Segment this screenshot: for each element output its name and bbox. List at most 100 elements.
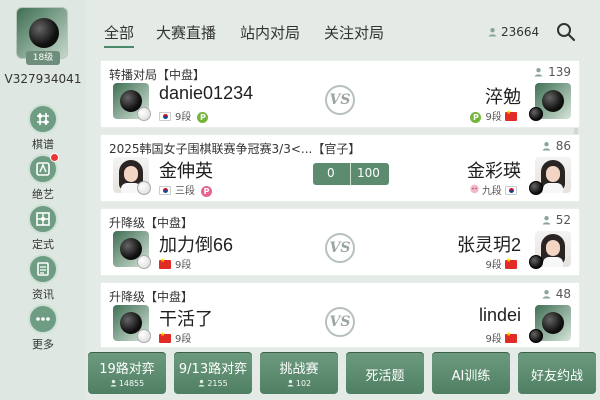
viewer-count: 139: [534, 65, 571, 79]
tab-bar: 全部 大赛直播 站内对局 关注对局 23664: [96, 8, 588, 52]
player-meta-right: 9段: [485, 256, 521, 271]
button-19x19-play[interactable]: 19路对弈 14855: [88, 352, 166, 394]
china-flag-icon: [159, 331, 171, 343]
button-label: 9/13路对弈: [178, 362, 248, 377]
viewer-count-value: 48: [555, 287, 571, 301]
player-name-right: 淬勉: [485, 87, 521, 107]
sidebar-item-more[interactable]: 更多: [20, 304, 66, 352]
player-meta-right: 9段: [485, 330, 521, 345]
white-stone-icon: [137, 329, 151, 343]
tab-all[interactable]: 全部: [104, 22, 135, 48]
button-ai-training[interactable]: AI训练: [432, 352, 510, 394]
score-right: 100: [357, 166, 380, 180]
score-divider: [350, 163, 351, 185]
rank-icon: [470, 184, 479, 194]
viewer-count-value: 52: [555, 213, 571, 227]
player-name-right: lindei: [478, 305, 521, 325]
tab-live[interactable]: 大赛直播: [156, 22, 216, 43]
player-meta-right: 九段: [469, 182, 521, 197]
player-rank: 9段: [175, 334, 192, 345]
player-name-right: 张灵玥2: [456, 235, 521, 255]
news-icon: [28, 254, 58, 284]
button-9-13-play[interactable]: 9/13路对弈 2155: [174, 352, 252, 394]
viewer-count: 86: [542, 139, 571, 153]
china-flag-icon: [505, 331, 517, 343]
korea-flag-icon: [159, 112, 171, 121]
button-life-death[interactable]: 死活题: [346, 352, 424, 394]
p-badge-icon: P: [197, 112, 209, 123]
player-rank: 9段: [485, 260, 502, 271]
player-rank: 9段: [485, 334, 502, 345]
player-name-left: danie01234: [159, 83, 254, 103]
tab-followed[interactable]: 关注对局: [324, 22, 384, 43]
person-icon: [110, 379, 117, 387]
main-panel: 全部 大赛直播 站内对局 关注对局 23664 转播对局【中盘】 139 dan…: [96, 8, 588, 348]
vs-icon: VS: [325, 85, 355, 115]
white-stone-icon: [137, 255, 151, 269]
person-icon: [198, 379, 205, 387]
button-label: 19路对弈: [99, 362, 155, 377]
game-card[interactable]: 2025韩国女子围棋联赛争冠赛3/3<...【官子】 86 金伸英 三段 P 0 …: [100, 134, 580, 202]
white-stone-icon: [137, 107, 151, 121]
player-name-left: 干活了: [159, 309, 213, 329]
person-icon: [534, 68, 543, 77]
black-stone-icon: [29, 18, 59, 48]
game-card[interactable]: 转播对局【中盘】 139 danie01234 9段 P VS 淬勉 P 9段: [100, 60, 580, 128]
button-label: 死活题: [365, 369, 405, 384]
button-label: 好友约战: [530, 369, 583, 384]
china-flag-icon: [505, 109, 517, 121]
button-friend-match[interactable]: 好友约战: [518, 352, 596, 394]
black-stone-icon: [529, 255, 543, 269]
korea-flag-icon: [505, 186, 517, 195]
viewer-count-value: 86: [555, 139, 571, 153]
pattern-icon: [28, 204, 58, 234]
player-meta-left: 9段 P: [159, 108, 209, 123]
sidebar-item-kifu[interactable]: 棋谱: [20, 104, 66, 152]
vs-icon: VS: [325, 307, 355, 337]
button-label: 挑战赛: [279, 362, 319, 377]
score-bar: 0 100: [313, 163, 389, 185]
game-card[interactable]: 升降级【中盘】 52 加力倒66 9段 VS 张灵玥2 9段: [100, 208, 580, 276]
online-count: 23664: [488, 25, 539, 39]
game-title: 转播对局【中盘】: [109, 68, 206, 82]
white-stone-icon: [137, 181, 151, 195]
china-flag-icon: [159, 257, 171, 269]
black-stone-icon: [529, 329, 543, 343]
player-meta-right: P 9段: [470, 108, 521, 123]
user-level-badge: 18级: [26, 51, 60, 65]
player-name-right: 金彩瑛: [467, 161, 521, 181]
sidebar-item-label: 定式: [32, 238, 54, 251]
sidebar-item-joseki[interactable]: 定式: [20, 204, 66, 252]
button-count: 14855: [88, 379, 166, 388]
tab-site-games[interactable]: 站内对局: [240, 22, 300, 43]
button-label: AI训练: [451, 369, 491, 384]
score-left: 0: [327, 166, 335, 180]
game-card[interactable]: 升降级【中盘】 48 干活了 9段 VS lindei 9段: [100, 282, 580, 348]
user-id: V327934041: [4, 72, 82, 86]
button-challenge[interactable]: 挑战赛 102: [260, 352, 338, 394]
viewer-count-value: 139: [548, 65, 571, 79]
viewer-count: 48: [542, 287, 571, 301]
button-count: 2155: [174, 379, 252, 388]
person-icon: [542, 216, 550, 225]
player-name-left: 金伸英: [159, 161, 213, 181]
search-icon[interactable]: [556, 22, 576, 42]
player-meta-left: 三段 P: [159, 182, 212, 197]
player-rank: 9段: [175, 260, 192, 271]
p-badge-icon: P: [470, 112, 482, 123]
sidebar-item-label: 棋谱: [32, 138, 54, 151]
person-icon: [542, 142, 550, 151]
person-icon: [488, 28, 497, 37]
sidebar: 18级 V327934041 棋谱 绝艺 定式 资讯 更多: [0, 0, 86, 400]
sidebar-item-label: 更多: [32, 338, 54, 351]
sidebar-item-ai[interactable]: 绝艺: [20, 153, 66, 202]
ai-icon: [28, 153, 59, 184]
bottom-action-bar: 19路对弈 14855 9/13路对弈 2155 挑战赛 102 死活题 AI训…: [86, 352, 600, 400]
game-title: 2025韩国女子围棋联赛争冠赛3/3<...【官子】: [109, 142, 361, 156]
player-name-left: 加力倒66: [159, 235, 234, 255]
notification-dot: [50, 153, 59, 162]
player-rank: 九段: [481, 186, 502, 197]
sidebar-item-news[interactable]: 资讯: [20, 254, 66, 302]
person-icon: [287, 379, 294, 387]
player-rank: 9段: [485, 112, 502, 123]
